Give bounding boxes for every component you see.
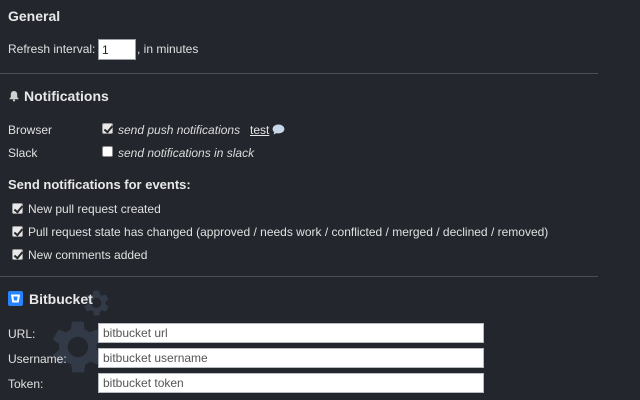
browser-push-option: send push notifications: [118, 123, 241, 137]
username-placeholder: bitbucket username: [103, 351, 208, 365]
event-label-new-pr: New pull request created: [28, 202, 161, 216]
events-heading: Send notifications for events:: [8, 177, 191, 192]
slack-label: Slack: [8, 146, 38, 160]
event-label-pr-state: Pull request state has changed (approved…: [28, 225, 549, 239]
event-checkbox-pr-state[interactable]: [12, 226, 23, 237]
slack-option: send notifications in slack: [118, 146, 255, 160]
url-input[interactable]: bitbucket url: [98, 323, 484, 343]
refresh-interval-label: Refresh interval:: [8, 42, 96, 56]
test-link-label: test: [250, 123, 270, 137]
slack-checkbox[interactable]: [102, 146, 113, 157]
speech-bubble-icon: [272, 124, 285, 135]
divider: [0, 73, 598, 74]
refresh-interval-input[interactable]: [98, 39, 136, 60]
event-checkbox-comments[interactable]: [12, 249, 23, 260]
bell-icon: [9, 91, 19, 102]
browser-push-checkbox[interactable]: [102, 123, 113, 134]
bitbucket-heading: Bitbucket: [29, 291, 93, 307]
url-placeholder: bitbucket url: [103, 326, 168, 340]
browser-label: Browser: [8, 123, 53, 137]
url-label: URL:: [8, 327, 36, 341]
bitbucket-logo-icon: [8, 291, 23, 306]
token-input[interactable]: bitbucket token: [98, 373, 484, 393]
divider: [0, 276, 598, 277]
notifications-heading: Notifications: [24, 88, 109, 104]
refresh-interval-suffix: , in minutes: [137, 42, 199, 56]
event-label-comments: New comments added: [28, 248, 148, 262]
general-heading: General: [8, 8, 61, 24]
username-input[interactable]: bitbucket username: [98, 348, 484, 368]
event-checkbox-new-pr[interactable]: [12, 203, 23, 214]
token-label: Token:: [8, 377, 44, 391]
token-placeholder: bitbucket token: [103, 376, 184, 390]
username-label: Username:: [8, 352, 67, 366]
test-notification-link[interactable]: test: [250, 123, 269, 137]
